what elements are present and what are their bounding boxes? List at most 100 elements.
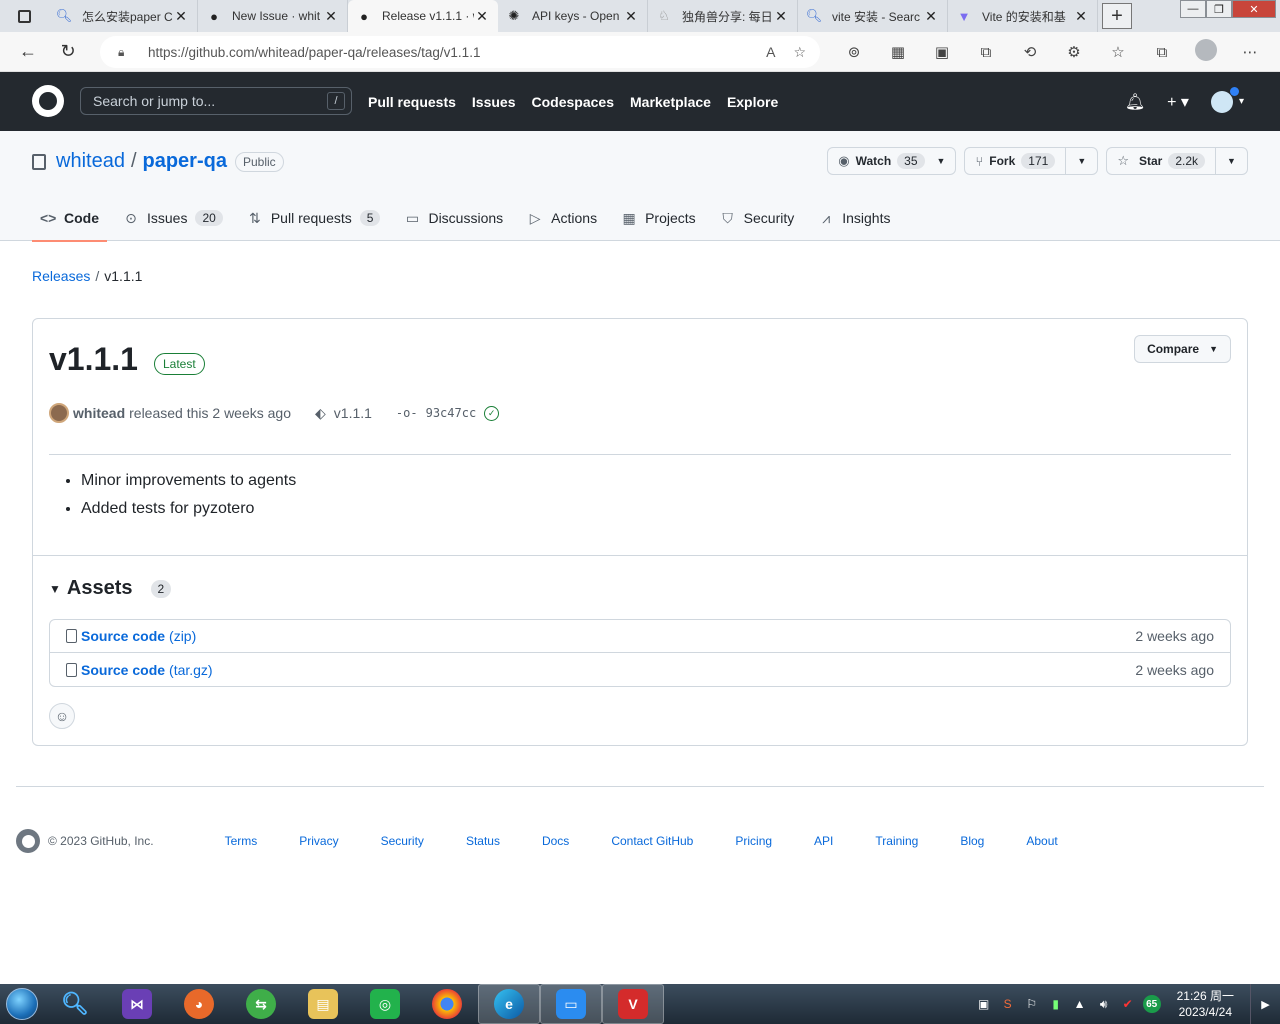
fork-button[interactable]: ⑂ Fork 171 ▼: [964, 147, 1099, 175]
extension-icon[interactable]: ⊚: [832, 43, 876, 61]
taskbar-files[interactable]: ▭: [540, 984, 602, 1024]
nav-issues[interactable]: Issues: [472, 94, 516, 110]
taskbar-explorer[interactable]: ▤: [292, 984, 354, 1024]
close-window-button[interactable]: ✕: [1232, 0, 1276, 18]
breadcrumb-releases-link[interactable]: Releases: [32, 268, 90, 284]
avatar[interactable]: [49, 403, 69, 423]
close-icon[interactable]: ✕: [323, 8, 339, 25]
create-new-button[interactable]: + ▾: [1167, 92, 1189, 112]
github-logo-icon[interactable]: [32, 85, 64, 117]
close-icon[interactable]: ✕: [923, 8, 939, 25]
footer-link-pricing[interactable]: Pricing: [735, 834, 772, 848]
refresh-button[interactable]: ↻: [48, 32, 88, 72]
read-aloud-icon[interactable]: A: [766, 44, 775, 61]
repo-owner-link[interactable]: whitead: [56, 150, 125, 173]
add-favorite-icon[interactable]: ☆: [793, 44, 806, 61]
asset-format[interactable]: (zip): [169, 628, 196, 644]
footer-link-training[interactable]: Training: [875, 834, 918, 848]
browser-tab[interactable]: 🔍︎ 怎么安装paper C ✕: [48, 0, 198, 32]
start-button[interactable]: [0, 984, 44, 1024]
github-logo-icon[interactable]: [16, 829, 40, 853]
assets-toggle[interactable]: ▼ Assets 2: [49, 577, 172, 600]
release-tag[interactable]: ⬖ v1.1.1: [315, 405, 372, 422]
release-author-link[interactable]: whitead: [73, 405, 125, 421]
extension-icon[interactable]: ⟲: [1008, 43, 1052, 61]
bell-icon[interactable]: 🔔︎: [1125, 92, 1145, 112]
nav-marketplace[interactable]: Marketplace: [630, 94, 711, 110]
taskbar-chrome[interactable]: [416, 984, 478, 1024]
footer-link-contact[interactable]: Contact GitHub: [611, 834, 693, 848]
tray-app-icon[interactable]: ✔: [1119, 995, 1137, 1013]
profile-button[interactable]: [1184, 39, 1228, 65]
tab-insights[interactable]: ⩘ Insights: [810, 195, 898, 241]
taskbar-vivaldi[interactable]: V: [602, 984, 664, 1024]
extension-icon[interactable]: ▣: [920, 43, 964, 61]
show-hidden-icons[interactable]: ▲: [1071, 995, 1089, 1013]
taskbar-visual-studio[interactable]: ⋈: [106, 984, 168, 1024]
taskbar-firefox[interactable]: ◕: [168, 984, 230, 1024]
compare-button[interactable]: Compare ▼: [1134, 335, 1231, 363]
star-button[interactable]: ☆ Star 2.2k ▼: [1106, 147, 1248, 175]
browser-tab[interactable]: ♘ 独角兽分享: 每日 ✕: [648, 0, 798, 32]
footer-link-privacy[interactable]: Privacy: [299, 834, 338, 848]
tab-issues[interactable]: ⊙ Issues 20: [115, 195, 231, 241]
tab-discussions[interactable]: ▭ Discussions: [396, 195, 511, 241]
watch-button[interactable]: ◉ Watch 35 ▼: [827, 147, 957, 175]
nav-codespaces[interactable]: Codespaces: [532, 94, 614, 110]
footer-link-security[interactable]: Security: [381, 834, 424, 848]
maximize-button[interactable]: ❐: [1206, 0, 1232, 18]
tab-code[interactable]: <> Code: [32, 195, 107, 242]
address-bar[interactable]: 🔒︎ https://github.com/whitead/paper-qa/r…: [100, 36, 820, 68]
tray-app-icon[interactable]: ▣: [975, 995, 993, 1013]
close-icon[interactable]: ✕: [773, 8, 789, 25]
browser-tab[interactable]: ✺ API keys - Open ✕: [498, 0, 648, 32]
add-reaction-button[interactable]: ☺: [49, 703, 75, 729]
tab-actions[interactable]: ▷ Actions: [519, 195, 605, 241]
close-icon[interactable]: ✕: [173, 8, 189, 25]
asset-link[interactable]: Source code: [81, 662, 165, 678]
browser-tab[interactable]: 🔍︎ vite 安装 - Searc ✕: [798, 0, 948, 32]
favorites-icon[interactable]: ☆: [1096, 43, 1140, 61]
extension-icon[interactable]: ▦: [876, 43, 920, 61]
tab-security[interactable]: ⛉ Security: [712, 195, 803, 241]
new-tab-button[interactable]: +: [1102, 3, 1132, 29]
footer-link-terms[interactable]: Terms: [225, 834, 258, 848]
close-icon[interactable]: ✕: [1073, 8, 1089, 25]
footer-link-blog[interactable]: Blog: [960, 834, 984, 848]
close-icon[interactable]: ✕: [623, 8, 639, 25]
extension-icon[interactable]: ⧉: [964, 44, 1008, 61]
collections-icon[interactable]: ⧉: [1140, 44, 1184, 61]
volume-icon[interactable]: 🔊︎: [1095, 995, 1113, 1013]
minimize-button[interactable]: —: [1180, 0, 1206, 18]
browser-tab[interactable]: ▼ Vite 的安装和基 ✕: [948, 0, 1098, 32]
clock[interactable]: 21:26 周一 2023/4/24: [1177, 988, 1234, 1020]
tab-pull-requests[interactable]: ⇅ Pull requests 5: [239, 195, 389, 241]
taskbar-search[interactable]: 🔍︎: [44, 984, 106, 1024]
repo-name-link[interactable]: paper-qa: [143, 150, 227, 173]
taskbar-app[interactable]: ⇆: [230, 984, 292, 1024]
browser-tab[interactable]: ● New Issue · whit ✕: [198, 0, 348, 32]
verified-check-icon[interactable]: ✓: [484, 405, 500, 421]
search-input[interactable]: Search or jump to... /: [80, 87, 352, 115]
tray-app-icon[interactable]: ⚐: [1023, 995, 1041, 1013]
back-button[interactable]: ←: [8, 32, 48, 72]
show-desktop-button[interactable]: ▶: [1250, 984, 1280, 1024]
footer-link-about[interactable]: About: [1026, 834, 1057, 848]
browser-tab-active[interactable]: ● Release v1.1.1 · w ✕: [348, 0, 498, 32]
user-menu-button[interactable]: ▾: [1210, 86, 1244, 113]
nav-explore[interactable]: Explore: [727, 94, 778, 110]
tray-badge[interactable]: 65: [1142, 995, 1161, 1013]
menu-icon[interactable]: ⋯: [1228, 43, 1272, 61]
taskbar-app[interactable]: ◎: [354, 984, 416, 1024]
fork-dropdown-button[interactable]: ▼: [1065, 148, 1097, 174]
footer-link-docs[interactable]: Docs: [542, 834, 569, 848]
taskbar-edge[interactable]: e: [478, 984, 540, 1024]
close-icon[interactable]: ✕: [474, 8, 490, 25]
footer-link-status[interactable]: Status: [466, 834, 500, 848]
tab-projects[interactable]: ▦ Projects: [613, 195, 704, 241]
star-dropdown-button[interactable]: ▼: [1215, 148, 1247, 174]
nav-pull-requests[interactable]: Pull requests: [368, 94, 456, 110]
asset-link[interactable]: Source code: [81, 628, 165, 644]
battery-icon[interactable]: ▮: [1047, 995, 1065, 1013]
release-commit[interactable]: -o- 93c47cc: [396, 406, 476, 420]
